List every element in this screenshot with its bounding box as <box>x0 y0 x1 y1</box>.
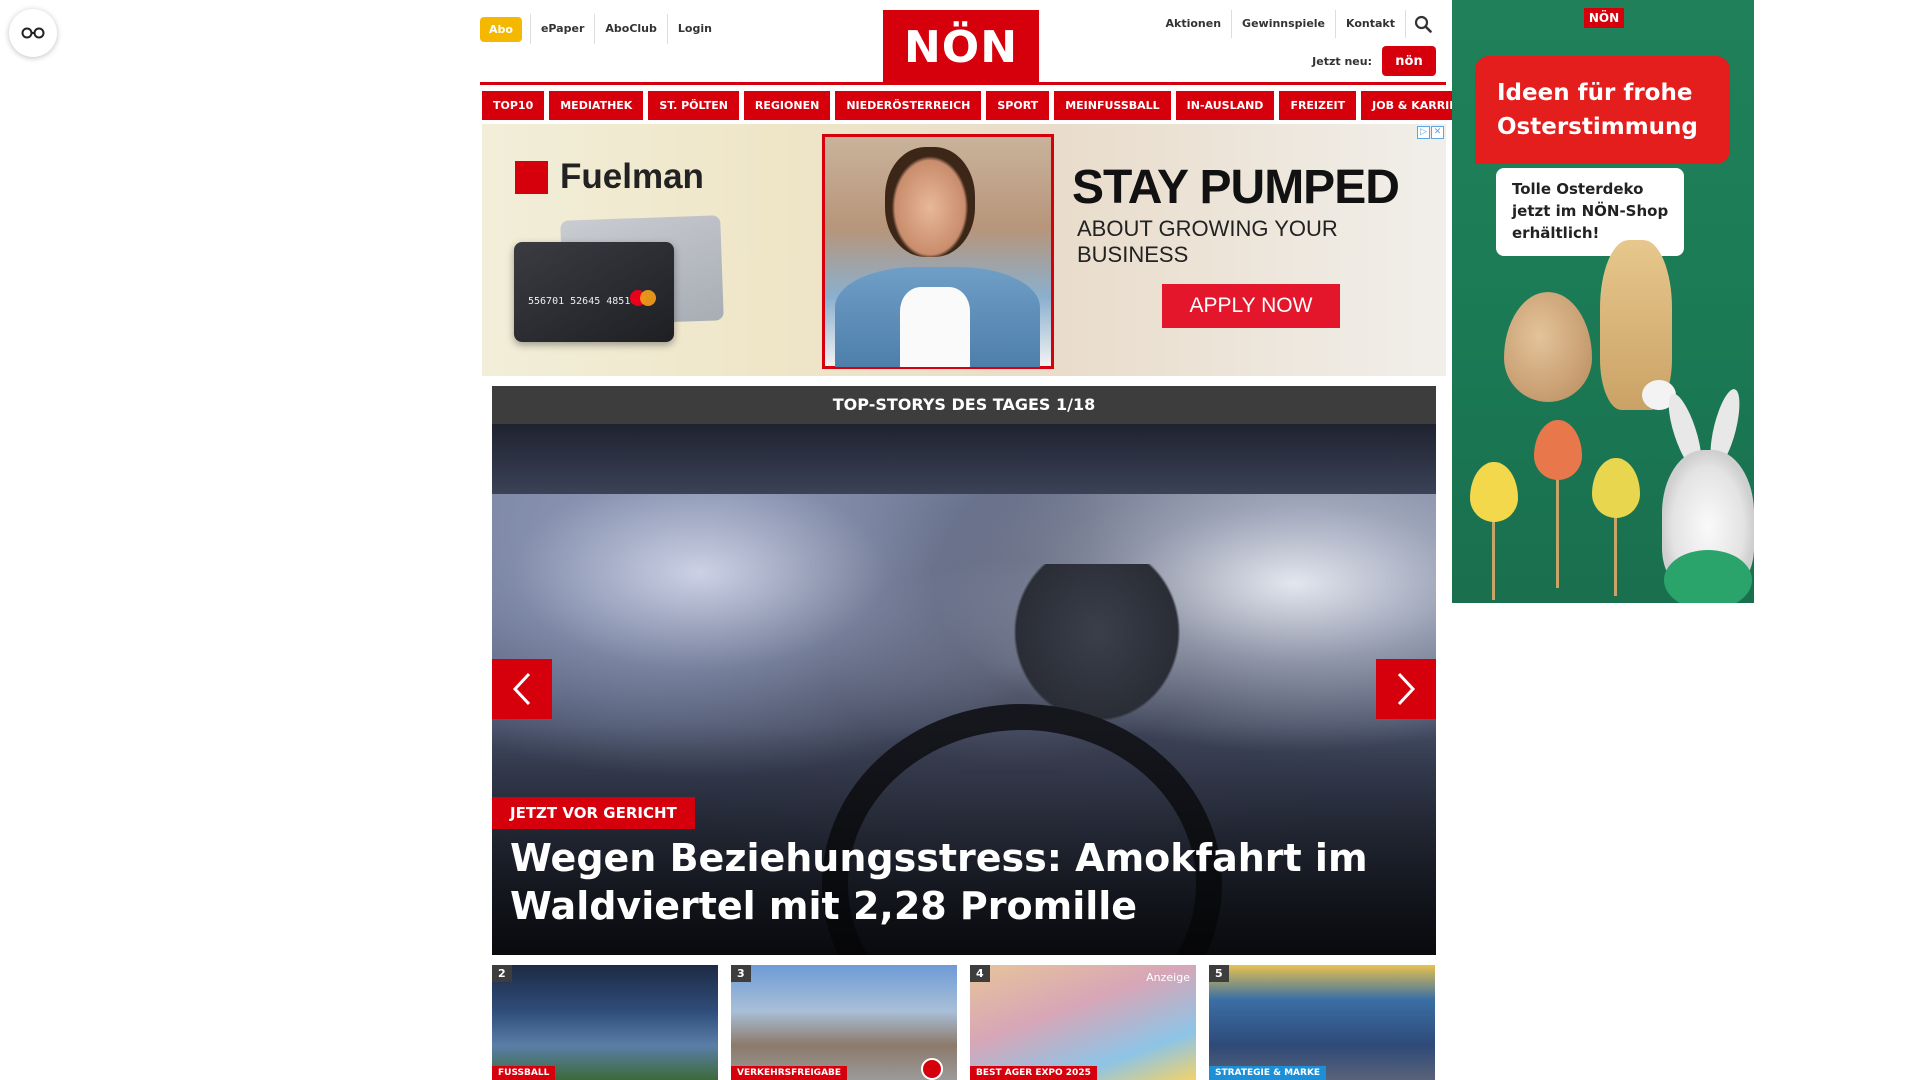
ad-headline: STAY PUMPED <box>1072 161 1400 214</box>
camera-icon <box>921 1058 943 1080</box>
slider-prev-button[interactable] <box>492 659 552 719</box>
logo-text: NÖN <box>903 21 1019 73</box>
thumbnail-tag: BEST AGER EXPO 2025 <box>970 1066 1097 1080</box>
story-thumbnails: 2 FUSSBALL 3 VERKEHRSFREIGABE 4 Anzeige … <box>492 965 1436 1080</box>
top-story-slide[interactable]: JETZT VOR GERICHT Wegen Beziehungsstress… <box>492 424 1436 955</box>
ad-photo <box>822 134 1054 369</box>
gewinnspiele-link[interactable]: Gewinnspiele <box>1232 10 1337 38</box>
mastercard-icon-overlap <box>640 290 656 306</box>
nav-item-in-ausland[interactable]: IN-AUSLAND <box>1175 91 1275 120</box>
right-links: Aktionen Gewinnspiele Kontakt <box>1156 10 1441 38</box>
story-thumbnail[interactable]: 2 FUSSBALL <box>492 965 718 1080</box>
thumbnail-number: 4 <box>970 965 990 982</box>
ad-photo-head <box>885 147 975 257</box>
search-icon <box>1414 15 1432 33</box>
story-kicker[interactable]: JETZT VOR GERICHT <box>492 797 695 829</box>
apply-now-button[interactable]: APPLY NOW <box>1162 284 1340 328</box>
thumbnail-tag: FUSSBALL <box>492 1066 556 1080</box>
top-stories-header: TOP-STORYS DES TAGES 1/18 <box>492 386 1436 424</box>
top-links: Abo ePaper AboClub Login <box>480 14 722 44</box>
fuelman-logo-mark <box>515 160 548 194</box>
adchoices-icon: ▷ <box>1417 126 1430 139</box>
card-number: 556701 52645 485145 <box>528 296 643 307</box>
sidebar-ad-subline: Tolle Osterdeko jetzt im NÖN-Shop erhält… <box>1512 180 1669 242</box>
nav-item-top10[interactable]: TOP10 <box>482 91 545 120</box>
page: Abo ePaper AboClub Login NÖN Aktionen Ge… <box>0 0 1920 1080</box>
anzeige-label: Anzeige <box>1146 971 1190 984</box>
thumbnail-tag: STRATEGIE & MARKE <box>1209 1066 1327 1080</box>
egg-stick <box>1556 478 1559 588</box>
story-thumbnail[interactable]: 5 STRATEGIE & MARKE <box>1209 965 1435 1080</box>
slide-image-roof <box>492 424 1436 494</box>
sidebar-ad-logo: NÖN <box>1584 8 1624 28</box>
jetzt-neu-label: Jetzt neu: <box>1312 54 1372 68</box>
login-link[interactable]: Login <box>666 14 722 44</box>
chevron-right-icon <box>1397 672 1416 706</box>
nav-item-st-poelten[interactable]: ST. PÖLTEN <box>648 91 739 120</box>
fuelman-brand: Fuelman <box>560 157 704 196</box>
story-headline[interactable]: Wegen Beziehungsstress: Amokfahrt im Wal… <box>510 834 1420 930</box>
story-thumbnail[interactable]: 3 VERKEHRSFREIGABE <box>731 965 957 1080</box>
close-icon[interactable]: ✕ <box>1431 126 1444 139</box>
egg-stick <box>1614 516 1617 596</box>
site-logo[interactable]: NÖN <box>883 10 1039 84</box>
jetzt-neu[interactable]: Jetzt neu: nön <box>1312 46 1436 76</box>
thumbnail-number: 2 <box>492 965 512 982</box>
nav-item-niederoesterreich[interactable]: NIEDERÖSTERREICH <box>835 91 982 120</box>
chevron-left-icon <box>512 672 531 706</box>
thumbnail-number: 3 <box>731 965 751 982</box>
aboclub-link[interactable]: AboClub <box>594 14 667 44</box>
nav-item-freizeit[interactable]: FREIZEIT <box>1279 91 1357 120</box>
header-divider <box>480 82 1446 85</box>
thumbnail-number: 5 <box>1209 965 1229 982</box>
painted-egg-image <box>1534 420 1582 480</box>
nav-item-mediathek[interactable]: MEDIATHEK <box>549 91 644 120</box>
sidebar-ad-headline-bubble: Ideen für frohe Osterstimmung <box>1475 56 1730 164</box>
ad-photo-shirt <box>900 287 970 367</box>
reader-mode-icon <box>21 27 45 39</box>
top-stories: TOP-STORYS DES TAGES 1/18 JETZT VOR GERI… <box>492 386 1436 956</box>
ad-subline: ABOUT GROWING YOUR BUSINESS <box>1077 216 1338 267</box>
adchoices[interactable]: ▷ ✕ <box>1417 126 1444 139</box>
main-nav: TOP10 MEDIATHEK ST. PÖLTEN REGIONEN NIED… <box>482 91 1484 120</box>
aktionen-link[interactable]: Aktionen <box>1156 10 1233 38</box>
nav-item-meinfussball[interactable]: MEINFUSSBALL <box>1054 91 1171 120</box>
sidebar-ad[interactable]: NÖN Ideen für frohe Osterstimmung Tolle … <box>1452 0 1754 603</box>
green-egg-image <box>1664 550 1752 603</box>
sidebar-ad-subline-bubble: Tolle Osterdeko jetzt im NÖN-Shop erhält… <box>1496 168 1684 256</box>
painted-egg-image <box>1592 458 1640 518</box>
slider-next-button[interactable] <box>1376 659 1436 719</box>
jetzt-neu-badge: nön <box>1382 46 1436 76</box>
easter-egg-image <box>1504 292 1592 402</box>
epaper-link[interactable]: ePaper <box>529 14 594 44</box>
kontakt-link[interactable]: Kontakt <box>1336 10 1406 38</box>
story-thumbnail[interactable]: 4 Anzeige BEST AGER EXPO 2025 <box>970 965 1196 1080</box>
nav-item-sport[interactable]: SPORT <box>986 91 1050 120</box>
site-header: Abo ePaper AboClub Login NÖN Aktionen Ge… <box>480 0 1440 84</box>
reader-mode-button[interactable] <box>9 9 57 57</box>
fuel-card: 556701 52645 485145 <box>514 242 674 342</box>
search-button[interactable] <box>1406 10 1440 38</box>
nav-item-regionen[interactable]: REGIONEN <box>743 91 831 120</box>
thumbnail-tag: VERKEHRSFREIGABE <box>731 1066 848 1080</box>
painted-egg-image <box>1470 462 1518 522</box>
sidebar-ad-headline: Ideen für frohe Osterstimmung <box>1497 80 1698 140</box>
abo-button[interactable]: Abo <box>480 16 522 42</box>
egg-stick <box>1492 520 1495 600</box>
banner-ad[interactable]: ▷ ✕ Fuelman 556701 52645 485145 STAY PUM… <box>482 124 1446 376</box>
fuelman-logo: Fuelman <box>515 157 704 197</box>
